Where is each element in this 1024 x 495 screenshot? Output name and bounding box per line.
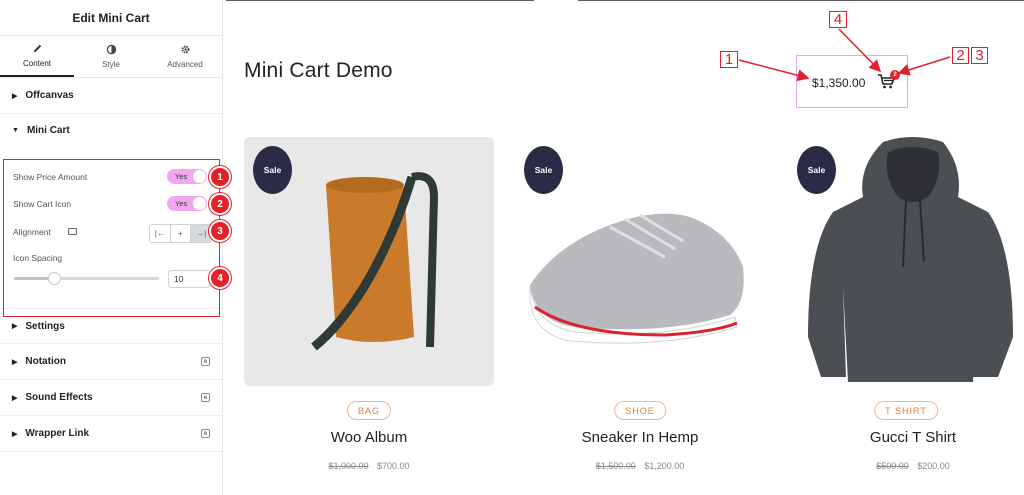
section-mini-cart-label: Mini Cart <box>26 125 70 136</box>
slider-fill <box>14 277 51 280</box>
tab-advanced[interactable]: Advanced <box>148 36 222 77</box>
responsive-desktop-icon[interactable] <box>68 228 77 235</box>
tab-style[interactable]: Style <box>74 36 148 77</box>
caret-down-icon: ▼ <box>12 127 19 134</box>
alignment-choices: |← + →| <box>149 224 212 243</box>
section-wrapper-link-label: Wrapper Link <box>25 428 90 439</box>
toggle-knob <box>193 170 206 183</box>
callout-label: 4 <box>829 11 847 28</box>
product-category[interactable]: BAG <box>346 401 392 420</box>
section-mini-cart[interactable]: ▼ Mini Cart <box>0 114 222 147</box>
sale-badge: Sale <box>797 146 836 194</box>
old-price: $1,000.00 <box>328 461 369 471</box>
toggle-knob <box>193 197 206 210</box>
show-price-label: Show Price Amount <box>13 172 88 182</box>
panel-title: Edit Mini Cart <box>0 0 222 36</box>
callout-label: 1 <box>720 51 738 68</box>
caret-right-icon: ▶ <box>12 394 18 402</box>
marker-badge: 4 <box>209 267 231 289</box>
section-sound-effects[interactable]: ▶ Sound Effects e <box>0 380 222 416</box>
pro-feature-icon: e <box>201 393 210 402</box>
show-cart-toggle[interactable]: Yes <box>167 196 207 211</box>
panel-tabs: Content Style Advanced <box>0 36 222 78</box>
sale-price: $700.00 <box>377 461 410 471</box>
tab-content-label: Content <box>22 59 52 68</box>
sale-price: $200.00 <box>917 461 950 471</box>
section-offcanvas[interactable]: ▶ Offcanvas <box>0 78 222 114</box>
align-right-button[interactable]: →| <box>191 225 212 242</box>
pro-feature-icon: e <box>201 357 210 366</box>
caret-right-icon: ▶ <box>12 430 18 438</box>
product-card[interactable]: Sale SHOE Sneaker In Hemp $1,500.00 $1,2… <box>515 137 765 471</box>
section-notation[interactable]: ▶ Notation e <box>0 344 222 380</box>
icon-spacing-input[interactable]: 10 <box>168 270 210 288</box>
callout-label: 3 <box>971 47 988 64</box>
caret-right-icon: ▶ <box>12 358 18 366</box>
sale-badge: Sale <box>524 146 563 194</box>
section-settings-label: Settings <box>25 320 65 332</box>
old-price: $1,500.00 <box>595 461 636 471</box>
product-prices: $500.00 $200.00 <box>788 461 1024 471</box>
marker-badge: 2 <box>209 193 231 215</box>
icon-spacing-slider[interactable] <box>14 272 159 285</box>
align-center-button[interactable]: + <box>171 225 192 242</box>
pro-feature-icon: e <box>201 429 210 438</box>
product-name[interactable]: Woo Album <box>244 429 494 446</box>
product-card[interactable]: Sale T SHIRT Gucci T Shirt $500.00 $200.… <box>788 137 1024 471</box>
alignment-label: Alignment <box>13 227 51 237</box>
section-wrapper-link[interactable]: ▶ Wrapper Link e <box>0 416 222 452</box>
show-price-toggle[interactable]: Yes <box>167 169 207 184</box>
caret-right-icon: ▶ <box>12 323 18 330</box>
page-title: Mini Cart Demo <box>244 59 393 82</box>
product-name[interactable]: Gucci T Shirt <box>788 429 1024 446</box>
product-card[interactable]: Sale BAG Woo Album $1,000.00 $700.00 <box>244 137 494 471</box>
marker-badge: 3 <box>209 220 231 242</box>
product-image[interactable]: Sale <box>788 137 1024 386</box>
contrast-icon <box>106 44 116 55</box>
callout-label: 2 <box>952 47 969 64</box>
product-prices: $1,500.00 $1,200.00 <box>515 461 765 471</box>
editor-panel: Edit Mini Cart Content Style Advanced ▶ … <box>0 0 231 495</box>
product-image[interactable]: Sale <box>515 137 765 386</box>
product-category[interactable]: T SHIRT <box>874 401 938 420</box>
sale-badge: Sale <box>253 146 292 194</box>
screen: Edit Mini Cart Content Style Advanced ▶ … <box>0 0 1024 495</box>
tab-style-label: Style <box>102 60 120 69</box>
align-left-button[interactable]: |← <box>150 225 171 242</box>
show-cart-label: Show Cart Icon <box>13 199 72 209</box>
divider <box>226 0 534 1</box>
gear-icon <box>181 45 189 54</box>
caret-right-icon: ▶ <box>12 92 18 100</box>
pencil-icon <box>33 44 41 53</box>
tab-content[interactable]: Content <box>0 36 74 77</box>
marker-badge: 1 <box>209 166 231 188</box>
divider <box>578 0 1024 1</box>
slider-handle[interactable] <box>48 272 61 285</box>
icon-spacing-label: Icon Spacing <box>13 253 63 263</box>
cart-price: $1,350.00 <box>812 76 866 90</box>
section-offcanvas-label: Offcanvas <box>25 90 74 101</box>
product-image[interactable]: Sale <box>244 137 494 386</box>
show-cart-toggle-value: Yes <box>175 199 188 208</box>
sale-price: $1,200.00 <box>644 461 685 471</box>
cart-count-badge: 2 <box>890 70 900 80</box>
section-notation-label: Notation <box>25 356 66 367</box>
section-sound-effects-label: Sound Effects <box>25 392 93 403</box>
tab-advanced-label: Advanced <box>167 60 203 69</box>
product-prices: $1,000.00 $700.00 <box>244 461 494 471</box>
product-name[interactable]: Sneaker In Hemp <box>515 429 765 446</box>
product-category[interactable]: SHOE <box>614 401 666 420</box>
mini-cart-widget[interactable]: $1,350.00 2 <box>796 55 908 108</box>
mini-cart-controls: Show Price Amount Yes Show Cart Icon Yes… <box>3 159 220 317</box>
show-price-toggle-value: Yes <box>175 172 188 181</box>
old-price: $500.00 <box>876 461 909 471</box>
